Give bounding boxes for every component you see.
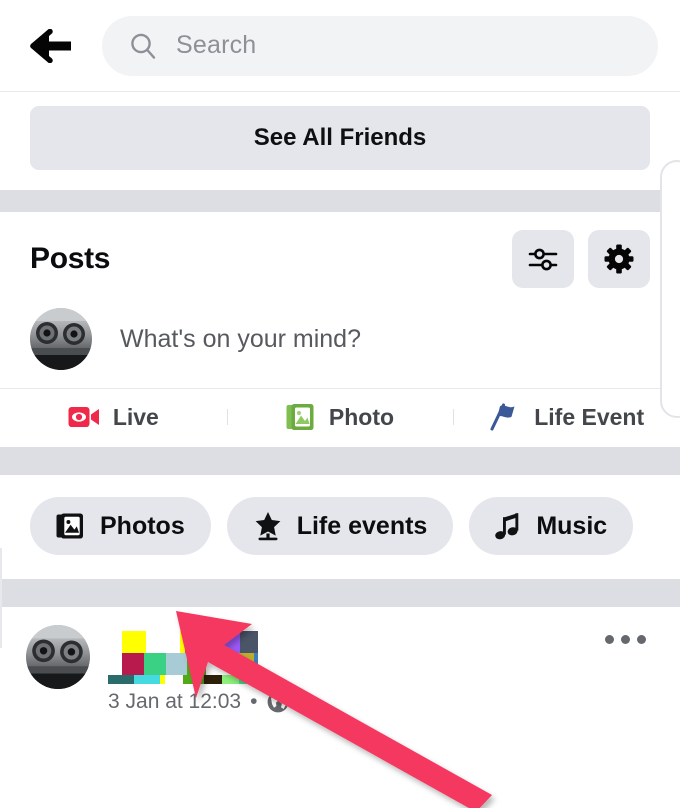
- avatar[interactable]: [30, 308, 92, 370]
- post-author-avatar[interactable]: [26, 625, 90, 689]
- posts-section: Posts What's on your mind? Live Photo Li…: [0, 212, 680, 447]
- gear-icon: [604, 244, 634, 274]
- post-timestamp-row: 3 Jan at 12:03 •: [108, 690, 654, 714]
- photo-action-button[interactable]: Photo: [226, 403, 454, 431]
- search-icon: [131, 33, 156, 59]
- photo-icon: [286, 404, 314, 430]
- music-note-icon: [495, 512, 519, 539]
- chip-photos[interactable]: Photos: [30, 497, 211, 555]
- redaction-row-1: [108, 631, 258, 653]
- user-avatar: [30, 308, 92, 370]
- sliders-icon: [528, 248, 558, 271]
- post-composer[interactable]: What's on your mind?: [0, 298, 680, 388]
- search-input[interactable]: Search: [102, 15, 658, 76]
- filter-button[interactable]: [512, 230, 574, 288]
- post-meta: 3 Jan at 12:03 •: [108, 625, 654, 714]
- post-quick-actions: Live Photo Life Event: [0, 388, 680, 447]
- composer-prompt-text: What's on your mind?: [120, 324, 361, 353]
- chip-photos-label: Photos: [100, 511, 185, 540]
- posts-header-actions: [512, 230, 650, 288]
- more-dot: [637, 635, 646, 644]
- top-navigation-bar: Search: [0, 0, 680, 92]
- see-all-friends-button[interactable]: See All Friends: [30, 106, 650, 170]
- photo-stack-icon: [56, 513, 83, 539]
- chip-life-events[interactable]: Life events: [226, 497, 454, 555]
- back-button[interactable]: [28, 22, 76, 70]
- post-more-options-button[interactable]: [605, 635, 646, 644]
- search-placeholder-text: Search: [176, 31, 257, 59]
- filter-chips-row: Photos Life events Music: [0, 497, 680, 555]
- photo-action-label: Photo: [328, 403, 395, 430]
- filter-chips-section: Photos Life events Music: [0, 475, 680, 579]
- timestamp-separator: •: [250, 690, 258, 713]
- more-dot: [621, 635, 630, 644]
- arrow-left-icon: [30, 28, 71, 63]
- feed-post: 3 Jan at 12:03 •: [0, 607, 680, 727]
- section-divider-1: [0, 190, 680, 212]
- chip-music[interactable]: Music: [469, 497, 634, 555]
- chip-life-events-label: Life events: [296, 511, 428, 540]
- more-dot: [605, 635, 614, 644]
- user-avatar: [26, 625, 90, 689]
- live-action-label: Live: [112, 403, 159, 430]
- posts-header: Posts: [0, 212, 680, 298]
- page-title: Posts: [30, 242, 111, 275]
- live-action-button[interactable]: Live: [0, 403, 227, 431]
- flag-icon: [490, 403, 515, 431]
- redaction-row-3: [108, 675, 258, 684]
- section-divider-3: [0, 579, 680, 607]
- app-root: Search See All Friends Posts What's on y…: [0, 0, 680, 808]
- life-event-action-label: Life Event: [534, 403, 645, 430]
- life-event-action-button[interactable]: Life Event: [453, 403, 680, 431]
- redaction-row-2: [108, 653, 258, 675]
- globe-icon[interactable]: [266, 690, 290, 714]
- redacted-author-name: [108, 631, 258, 684]
- star-pedestal-icon: [255, 512, 281, 541]
- post-timestamp: 3 Jan at 12:03: [108, 690, 242, 713]
- left-edge-line: [0, 548, 2, 648]
- friends-section: See All Friends: [0, 92, 680, 190]
- settings-button[interactable]: [588, 230, 650, 288]
- chip-music-label: Music: [536, 511, 608, 540]
- live-video-icon: [68, 407, 99, 427]
- section-divider-2: [0, 447, 680, 475]
